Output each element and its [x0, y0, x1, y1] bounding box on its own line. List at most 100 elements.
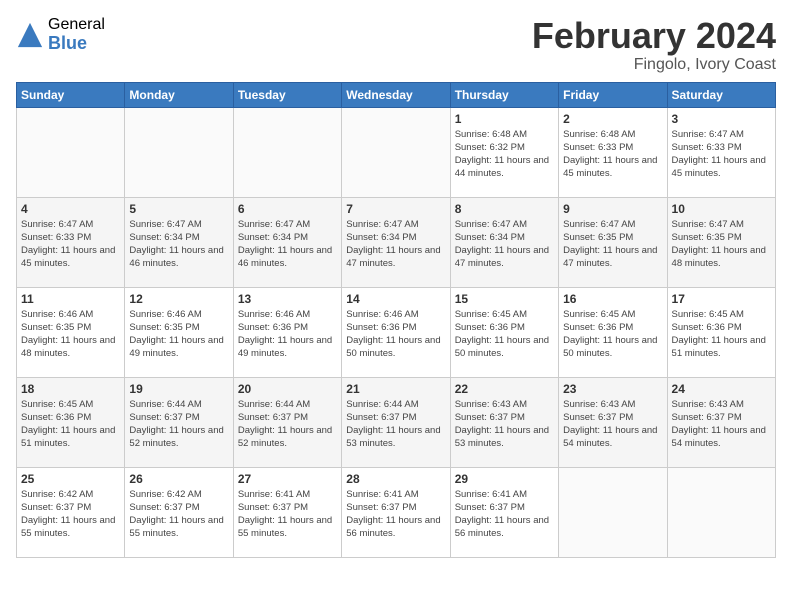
day-info: Sunrise: 6:44 AM Sunset: 6:37 PM Dayligh… [129, 398, 228, 451]
logo: General Blue [16, 16, 105, 53]
calendar-day-cell: 7 Sunrise: 6:47 AM Sunset: 6:34 PM Daylig… [342, 197, 450, 287]
day-info: Sunrise: 6:48 AM Sunset: 6:33 PM Dayligh… [563, 128, 662, 181]
day-info: Sunrise: 6:46 AM Sunset: 6:36 PM Dayligh… [346, 308, 445, 361]
day-number: 2 [563, 112, 662, 126]
calendar-day-cell: 28 Sunrise: 6:41 AM Sunset: 6:37 PM Dayli… [342, 467, 450, 557]
calendar-week-row: 25 Sunrise: 6:42 AM Sunset: 6:37 PM Dayli… [17, 467, 776, 557]
day-number: 29 [455, 472, 554, 486]
calendar-day-cell: 3 Sunrise: 6:47 AM Sunset: 6:33 PM Daylig… [667, 107, 775, 197]
calendar-day-cell: 18Sunrise: 6:45 AM Sunset: 6:36 PM Dayli… [17, 377, 125, 467]
day-number: 3 [672, 112, 771, 126]
day-info: Sunrise: 6:45 AM Sunset: 6:36 PM Dayligh… [455, 308, 554, 361]
day-number: 4 [21, 202, 120, 216]
day-number: 17 [672, 292, 771, 306]
calendar-header-cell: Friday [559, 82, 667, 107]
calendar-day-cell: 20 Sunrise: 6:44 AM Sunset: 6:37 PM Dayli… [233, 377, 341, 467]
day-info: Sunrise: 6:47 AM Sunset: 6:34 PM Dayligh… [129, 218, 228, 271]
calendar-header-cell: Wednesday [342, 82, 450, 107]
day-info: Sunrise: 6:48 AM Sunset: 6:32 PM Dayligh… [455, 128, 554, 181]
day-number: 8 [455, 202, 554, 216]
logo-icon [16, 21, 44, 49]
calendar-day-cell: 10 Sunrise: 6:47 AM Sunset: 6:35 PM Dayli… [667, 197, 775, 287]
day-info: Sunrise: 6:43 AM Sunset: 6:37 PM Dayligh… [672, 398, 771, 451]
day-number: 28 [346, 472, 445, 486]
day-info: Sunrise: 6:42 AM Sunset: 6:37 PM Dayligh… [129, 488, 228, 541]
calendar-day-cell: 15 Sunrise: 6:45 AM Sunset: 6:36 PM Dayli… [450, 287, 558, 377]
calendar-day-cell: 9Sunrise: 6:47 AM Sunset: 6:35 PM Daylig… [559, 197, 667, 287]
calendar-day-cell [342, 107, 450, 197]
day-info: Sunrise: 6:47 AM Sunset: 6:34 PM Dayligh… [346, 218, 445, 271]
day-info: Sunrise: 6:45 AM Sunset: 6:36 PM Dayligh… [672, 308, 771, 361]
calendar-day-cell [233, 107, 341, 197]
day-number: 21 [346, 382, 445, 396]
day-number: 24 [672, 382, 771, 396]
day-number: 25 [21, 472, 120, 486]
day-info: Sunrise: 6:47 AM Sunset: 6:35 PM Dayligh… [672, 218, 771, 271]
day-info: Sunrise: 6:47 AM Sunset: 6:33 PM Dayligh… [21, 218, 120, 271]
calendar-day-cell: 25 Sunrise: 6:42 AM Sunset: 6:37 PM Dayli… [17, 467, 125, 557]
calendar-day-cell [17, 107, 125, 197]
calendar-day-cell: 21 Sunrise: 6:44 AM Sunset: 6:37 PM Dayli… [342, 377, 450, 467]
day-info: Sunrise: 6:46 AM Sunset: 6:35 PM Dayligh… [129, 308, 228, 361]
day-number: 14 [346, 292, 445, 306]
day-info: Sunrise: 6:42 AM Sunset: 6:37 PM Dayligh… [21, 488, 120, 541]
day-number: 5 [129, 202, 228, 216]
calendar-day-cell: 11Sunrise: 6:46 AM Sunset: 6:35 PM Dayli… [17, 287, 125, 377]
day-number: 7 [346, 202, 445, 216]
calendar-day-cell: 23Sunrise: 6:43 AM Sunset: 6:37 PM Dayli… [559, 377, 667, 467]
calendar-body: 1 Sunrise: 6:48 AM Sunset: 6:32 PM Daylig… [17, 107, 776, 557]
calendar-day-cell: 5 Sunrise: 6:47 AM Sunset: 6:34 PM Daylig… [125, 197, 233, 287]
day-info: Sunrise: 6:41 AM Sunset: 6:37 PM Dayligh… [238, 488, 337, 541]
calendar-header-cell: Tuesday [233, 82, 341, 107]
day-number: 9 [563, 202, 662, 216]
calendar-day-cell: 24 Sunrise: 6:43 AM Sunset: 6:37 PM Dayli… [667, 377, 775, 467]
day-number: 22 [455, 382, 554, 396]
day-info: Sunrise: 6:45 AM Sunset: 6:36 PM Dayligh… [563, 308, 662, 361]
calendar-header-cell: Monday [125, 82, 233, 107]
logo-text: General Blue [48, 16, 105, 53]
day-number: 6 [238, 202, 337, 216]
calendar-day-cell: 27 Sunrise: 6:41 AM Sunset: 6:37 PM Dayli… [233, 467, 341, 557]
calendar-day-cell: 8Sunrise: 6:47 AM Sunset: 6:34 PM Daylig… [450, 197, 558, 287]
day-info: Sunrise: 6:46 AM Sunset: 6:36 PM Dayligh… [238, 308, 337, 361]
calendar-day-cell: 4 Sunrise: 6:47 AM Sunset: 6:33 PM Daylig… [17, 197, 125, 287]
day-number: 26 [129, 472, 228, 486]
calendar-week-row: 1 Sunrise: 6:48 AM Sunset: 6:32 PM Daylig… [17, 107, 776, 197]
calendar-table: SundayMondayTuesdayWednesdayThursdayFrid… [16, 82, 776, 558]
day-info: Sunrise: 6:43 AM Sunset: 6:37 PM Dayligh… [455, 398, 554, 451]
day-number: 20 [238, 382, 337, 396]
day-number: 23 [563, 382, 662, 396]
logo-blue: Blue [48, 34, 105, 54]
calendar-week-row: 4 Sunrise: 6:47 AM Sunset: 6:33 PM Daylig… [17, 197, 776, 287]
day-number: 10 [672, 202, 771, 216]
calendar-day-cell: 12 Sunrise: 6:46 AM Sunset: 6:35 PM Dayli… [125, 287, 233, 377]
calendar-day-cell: 26 Sunrise: 6:42 AM Sunset: 6:37 PM Dayli… [125, 467, 233, 557]
day-info: Sunrise: 6:44 AM Sunset: 6:37 PM Dayligh… [238, 398, 337, 451]
calendar-header-cell: Saturday [667, 82, 775, 107]
day-number: 13 [238, 292, 337, 306]
logo-general: General [48, 16, 105, 34]
day-info: Sunrise: 6:44 AM Sunset: 6:37 PM Dayligh… [346, 398, 445, 451]
calendar-day-cell: 2 Sunrise: 6:48 AM Sunset: 6:33 PM Daylig… [559, 107, 667, 197]
day-number: 27 [238, 472, 337, 486]
day-info: Sunrise: 6:41 AM Sunset: 6:37 PM Dayligh… [346, 488, 445, 541]
day-number: 1 [455, 112, 554, 126]
location-title: Fingolo, Ivory Coast [532, 56, 776, 74]
month-title: February 2024 [532, 16, 776, 56]
day-info: Sunrise: 6:47 AM Sunset: 6:33 PM Dayligh… [672, 128, 771, 181]
calendar-day-cell: 13 Sunrise: 6:46 AM Sunset: 6:36 PM Dayli… [233, 287, 341, 377]
calendar-day-cell [667, 467, 775, 557]
day-number: 12 [129, 292, 228, 306]
calendar-day-cell: 1 Sunrise: 6:48 AM Sunset: 6:32 PM Daylig… [450, 107, 558, 197]
calendar-day-cell: 14 Sunrise: 6:46 AM Sunset: 6:36 PM Dayli… [342, 287, 450, 377]
title-block: February 2024 Fingolo, Ivory Coast [532, 16, 776, 74]
calendar-week-row: 18Sunrise: 6:45 AM Sunset: 6:36 PM Dayli… [17, 377, 776, 467]
calendar-day-cell: 19Sunrise: 6:44 AM Sunset: 6:37 PM Dayli… [125, 377, 233, 467]
calendar-day-cell: 22 Sunrise: 6:43 AM Sunset: 6:37 PM Dayli… [450, 377, 558, 467]
day-number: 15 [455, 292, 554, 306]
calendar-header-cell: Sunday [17, 82, 125, 107]
calendar-day-cell [125, 107, 233, 197]
page-header: General Blue February 2024 Fingolo, Ivor… [16, 16, 776, 74]
calendar-week-row: 11Sunrise: 6:46 AM Sunset: 6:35 PM Dayli… [17, 287, 776, 377]
day-info: Sunrise: 6:47 AM Sunset: 6:34 PM Dayligh… [238, 218, 337, 271]
